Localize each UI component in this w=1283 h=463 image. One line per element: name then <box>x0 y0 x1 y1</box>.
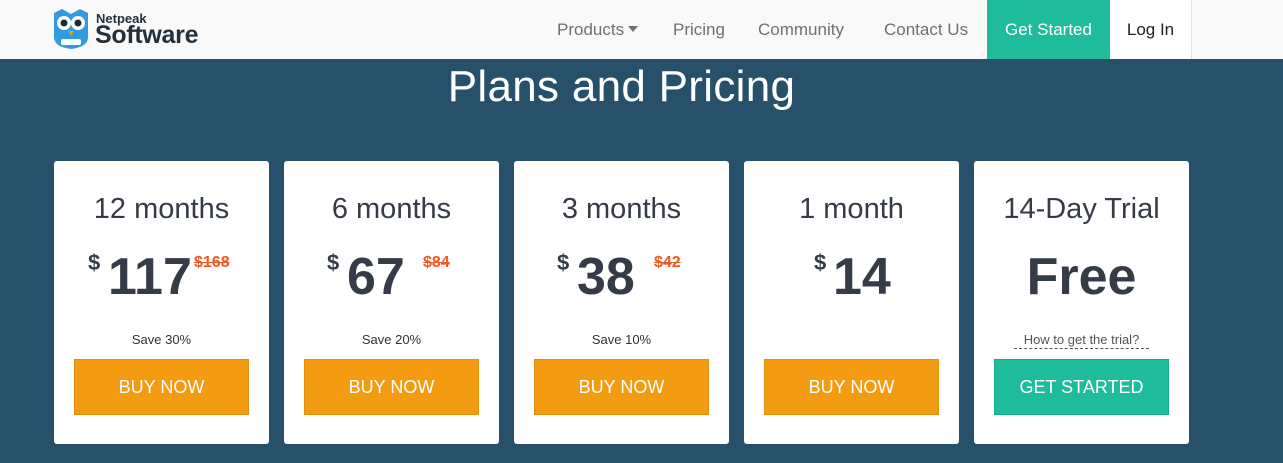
trial-help-link[interactable]: How to get the trial? <box>1014 332 1149 349</box>
plan-card-1-month: 1 month $ 14 BUY NOW <box>744 161 959 444</box>
buy-now-button[interactable]: BUY NOW <box>304 359 479 415</box>
plan-period: 3 months <box>561 193 682 225</box>
site-header: Netpeak Software Products Pricing Commun… <box>0 0 1283 59</box>
buy-now-button[interactable]: BUY NOW <box>534 359 709 415</box>
save-text: Save 20% <box>361 332 422 347</box>
buy-now-button[interactable]: BUY NOW <box>764 359 939 415</box>
plan-price: 38 <box>577 248 635 306</box>
old-price: $168 <box>194 254 230 271</box>
owl-logo-icon <box>54 9 88 49</box>
plan-period: 1 month <box>799 193 904 225</box>
page-title: Plans and Pricing <box>447 62 796 111</box>
site-logo[interactable]: Netpeak Software <box>52 7 232 51</box>
plan-period: 6 months <box>331 193 452 225</box>
plan-price: 117 <box>108 248 192 306</box>
nav-contact-us[interactable]: Contact Us <box>884 0 968 59</box>
plan-card-3-months: 3 months $ 38 $42 Save 10% BUY NOW <box>514 161 729 444</box>
plan-price: 14 <box>833 248 891 306</box>
save-text: Save 30% <box>131 332 192 347</box>
currency-symbol: $ <box>327 250 340 275</box>
currency-symbol: $ <box>814 250 827 275</box>
plan-price-free: Free <box>1026 248 1137 306</box>
buy-now-button[interactable]: BUY NOW <box>74 359 249 415</box>
login-button[interactable]: Log In <box>1110 0 1192 59</box>
nav-products-label: Products <box>557 20 625 39</box>
old-price: $84 <box>423 254 450 271</box>
caret-down-icon <box>628 26 639 33</box>
old-price: $42 <box>654 254 681 271</box>
plan-card-trial: 14-Day Trial Free How to get the trial? … <box>974 161 1189 444</box>
trial-get-started-button[interactable]: GET STARTED <box>994 359 1169 415</box>
currency-symbol: $ <box>88 250 101 275</box>
nav-products[interactable]: Products <box>557 0 639 59</box>
nav-pricing[interactable]: Pricing <box>673 0 725 59</box>
currency-symbol: $ <box>557 250 570 275</box>
plan-card-12-months: 12 months $ 117 $168 Save 30% BUY NOW <box>54 161 269 444</box>
logo-text-main: Software <box>95 21 199 49</box>
plan-period: 14-Day Trial <box>1003 193 1160 225</box>
nav-community[interactable]: Community <box>758 0 844 59</box>
plan-card-6-months: 6 months $ 67 $84 Save 20% BUY NOW <box>284 161 499 444</box>
plan-price: 67 <box>347 248 405 306</box>
save-text: Save 10% <box>591 332 652 347</box>
plan-period: 12 months <box>93 193 230 225</box>
get-started-button[interactable]: Get Started <box>987 0 1110 59</box>
